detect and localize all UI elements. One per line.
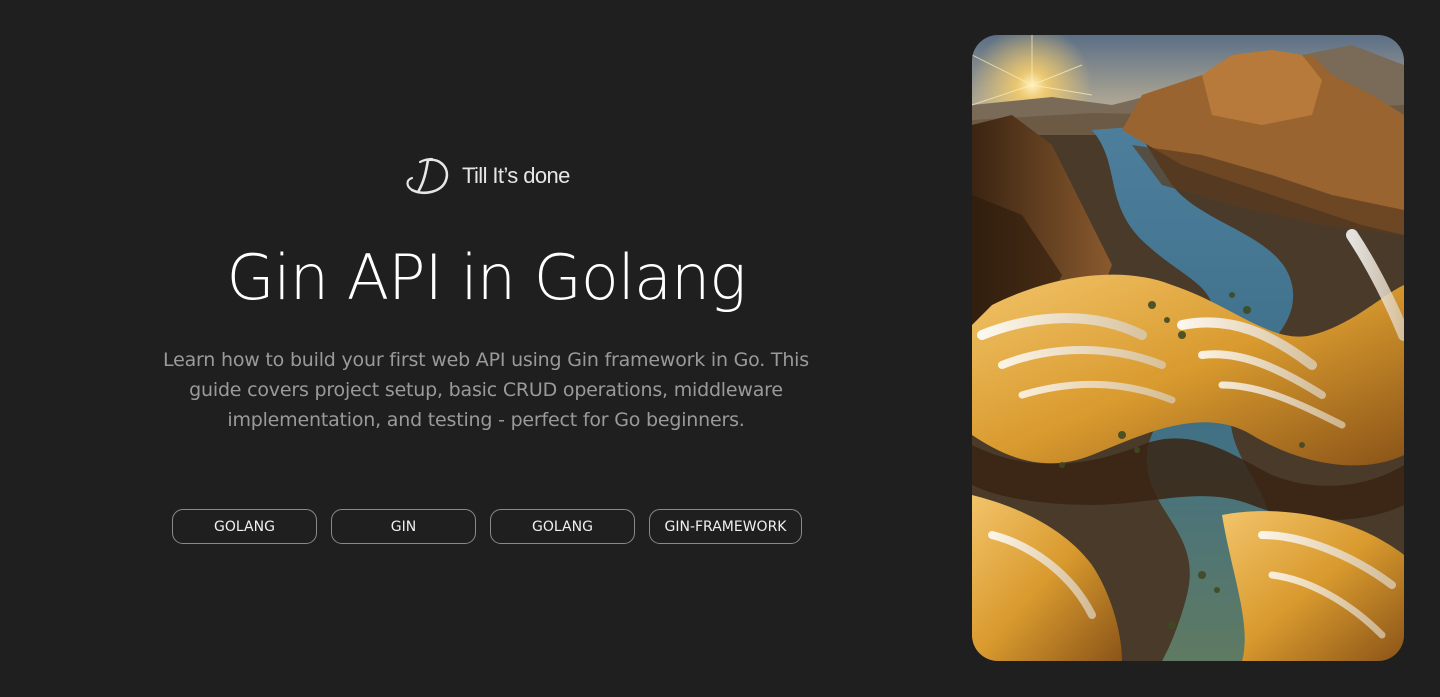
tag-list: GOLANG GIN GOLANG GIN-FRAMEWORK (172, 509, 802, 544)
tag-gin-framework[interactable]: GIN-FRAMEWORK (649, 509, 802, 544)
d-monogram-icon (406, 157, 449, 194)
brand-name: Till It’s done (462, 163, 570, 188)
article-description: Learn how to build your first web API us… (163, 349, 809, 431)
article-header: Till It’s done Gin API in Golang Learn h… (0, 0, 972, 697)
brand-logo-link[interactable]: Till It’s done (404, 154, 570, 198)
page-title: Gin API in Golang (226, 241, 747, 314)
canyon-landscape-image (972, 35, 1404, 661)
tag-golang-2[interactable]: GOLANG (490, 509, 635, 544)
tag-gin[interactable]: GIN (331, 509, 476, 544)
page: Till It’s done Gin API in Golang Learn h… (0, 0, 1440, 697)
tag-golang[interactable]: GOLANG (172, 509, 317, 544)
hero-image (972, 35, 1404, 661)
